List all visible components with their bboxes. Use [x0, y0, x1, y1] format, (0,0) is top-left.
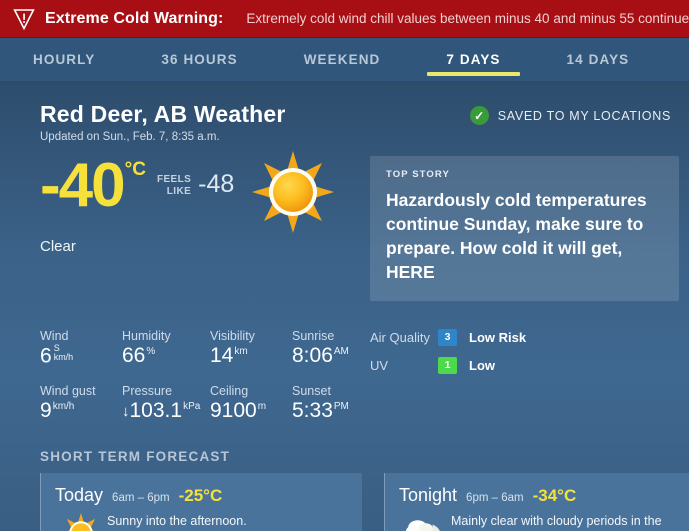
- tab-label: HOURLY: [33, 52, 96, 67]
- stat-value: 66: [122, 343, 146, 367]
- current-condition-text: Clear: [40, 238, 76, 255]
- tab-label: WEEKEND: [303, 52, 381, 67]
- uv-description: Low: [469, 357, 495, 373]
- stat-label: Sunrise: [292, 328, 335, 343]
- stat-pressure: Pressure ↓103.1kPa: [122, 384, 210, 423]
- indices-panel: Air Quality 3 Low Risk UV 1 Low: [370, 328, 527, 423]
- air-quality-label: Air Quality: [370, 329, 430, 345]
- stat-unit: kPa: [183, 401, 201, 412]
- stat-visibility: Visibility 14km: [210, 329, 292, 368]
- page-title: Red Deer, AB Weather: [40, 101, 286, 127]
- stat-unit: km: [234, 345, 248, 357]
- stat-humidity: Humidity 66%: [122, 329, 210, 368]
- forecast-description: Mainly clear with cloudy periods in the …: [451, 514, 662, 528]
- sun-icon: [55, 510, 107, 531]
- stat-wind-gust: Wind gust 9km/h: [40, 384, 122, 423]
- pressure-falling-icon: ↓: [122, 403, 130, 420]
- moon-cloud-icon: [399, 510, 451, 531]
- top-story-headline[interactable]: Hazardously cold temperatures continue S…: [386, 188, 663, 285]
- extreme-cold-warning-banner[interactable]: Extreme Cold Warning: Extremely cold win…: [0, 0, 689, 38]
- forecast-temperature: -25°C: [178, 486, 223, 505]
- stat-label: Wind: [40, 328, 69, 343]
- air-quality-badge: 3: [438, 328, 457, 346]
- air-quality-description: Low Risk: [469, 329, 527, 345]
- uv-badge: 1: [438, 356, 457, 374]
- current-conditions-section: -40 °C FEELS LIKE -48 Clear TOP STORY Ha…: [40, 151, 679, 301]
- stat-value: 14: [210, 343, 234, 367]
- warning-title: Extreme Cold Warning:: [45, 9, 224, 27]
- stat-value: 9100: [210, 399, 257, 422]
- saved-label: SAVED TO MY LOCATIONS: [497, 108, 671, 123]
- forecast-day: Today: [55, 485, 104, 505]
- stat-unit: km/h: [52, 401, 75, 412]
- stat-ceiling: Ceiling 9100m: [210, 384, 292, 423]
- forecast-card-today[interactable]: Today 6am – 6pm -25°C Sunny into the aft…: [40, 473, 362, 531]
- top-story-kicker: TOP STORY: [386, 169, 450, 180]
- stat-label: Ceiling: [210, 384, 249, 398]
- tab-hourly[interactable]: HOURLY: [0, 38, 128, 81]
- saved-to-my-locations-button[interactable]: ✓ SAVED TO MY LOCATIONS: [469, 106, 679, 125]
- stat-unit: %: [146, 345, 156, 357]
- tab-7-days[interactable]: 7 DAYS: [413, 38, 533, 81]
- forecast-timespan: 6am – 6pm: [112, 492, 170, 504]
- short-term-forecast-title: SHORT TERM FORECAST: [40, 449, 231, 464]
- stat-value: 103.1: [129, 399, 183, 422]
- stat-value: 9: [40, 399, 52, 422]
- stat-label: Humidity: [122, 328, 171, 343]
- location-header: Red Deer, AB Weather Updated on Sun., Fe…: [40, 101, 679, 143]
- tab-weekend[interactable]: WEEKEND: [271, 38, 414, 81]
- sun-icon: [250, 149, 336, 240]
- short-term-forecast-cards: Today 6am – 6pm -25°C Sunny into the aft…: [40, 473, 689, 531]
- forecast-description: Sunny into the afternoon.: [107, 514, 247, 528]
- stat-label: Sunset: [292, 384, 331, 398]
- stat-label: Wind gust: [40, 384, 96, 398]
- feels-like-value: -48: [198, 170, 235, 198]
- current-temperature: -40: [40, 151, 126, 220]
- stat-unit: m: [257, 401, 267, 412]
- forecast-temperature: -34°C: [532, 486, 577, 505]
- updated-timestamp: Updated on Sun., Feb. 7, 8:35 a.m.: [40, 131, 220, 143]
- stats-row-1: Wind 6 Skm/h Humidity 66% Visibility 14km: [40, 329, 370, 368]
- feels-like-label-line1: FEELS: [156, 174, 192, 185]
- stat-value: 8:06: [292, 343, 333, 367]
- tab-14-days[interactable]: 14 DAYS: [534, 38, 663, 81]
- feels-like-block: FEELS LIKE -48: [157, 172, 234, 197]
- stat-label: Pressure: [122, 384, 173, 398]
- conditions-details-section: Wind 6 Skm/h Humidity 66% Visibility 14km: [40, 328, 679, 423]
- stat-wind: Wind 6 Skm/h: [40, 329, 122, 368]
- forecast-tabbar: HOURLY 36 HOURS WEEKEND 7 DAYS 14 DAYS M…: [0, 38, 689, 82]
- tab-label: 7 DAYS: [446, 52, 501, 67]
- wind-unit: km/h: [53, 352, 74, 362]
- weather-page: Extreme Cold Warning: Extremely cold win…: [0, 0, 689, 531]
- weather-main: Red Deer, AB Weather Updated on Sun., Fe…: [0, 83, 689, 531]
- tab-month[interactable]: MONTH: [662, 38, 689, 81]
- top-story-panel[interactable]: TOP STORY Hazardously cold temperatures …: [370, 156, 679, 301]
- stat-value: 5:33: [292, 399, 333, 422]
- temperature-unit: °C: [124, 159, 146, 180]
- stats-row-2: Wind gust 9km/h Pressure ↓103.1kPa Ceili…: [40, 384, 370, 423]
- air-quality-row[interactable]: Air Quality 3 Low Risk: [370, 328, 527, 346]
- stat-unit: AM: [333, 345, 349, 357]
- warning-message: Extremely cold wind chill values between…: [246, 11, 689, 26]
- forecast-timespan: 6pm – 6am: [466, 492, 524, 504]
- forecast-card-tonight[interactable]: Tonight 6pm – 6am -34°C Mainly clear wit…: [384, 473, 689, 531]
- stat-sunrise: Sunrise 8:06AM: [292, 329, 374, 368]
- forecast-day: Tonight: [399, 485, 458, 505]
- warning-triangle-icon: [13, 8, 35, 30]
- stat-label: Visibility: [210, 328, 255, 343]
- feels-like-label-line2: LIKE: [166, 185, 192, 197]
- tab-label: 14 DAYS: [566, 52, 630, 67]
- uv-index-row[interactable]: UV 1 Low: [370, 356, 526, 374]
- current-temperature-block: -40 °C FEELS LIKE -48: [40, 151, 370, 233]
- uv-label: UV: [370, 357, 389, 373]
- stat-sunset: Sunset 5:33PM: [292, 384, 374, 423]
- tab-label: 36 HOURS: [161, 52, 238, 67]
- stat-unit: PM: [333, 401, 349, 412]
- tab-36-hours[interactable]: 36 HOURS: [128, 38, 270, 81]
- stat-value: 6: [40, 344, 52, 367]
- check-icon: ✓: [469, 106, 489, 125]
